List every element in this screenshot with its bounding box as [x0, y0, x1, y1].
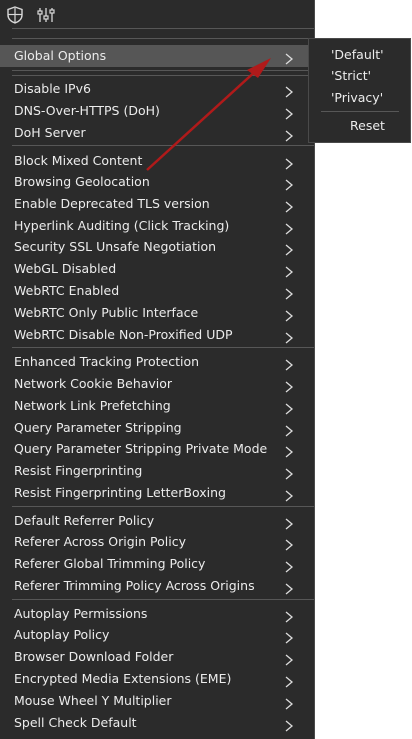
annotation-arrow [146, 58, 271, 171]
